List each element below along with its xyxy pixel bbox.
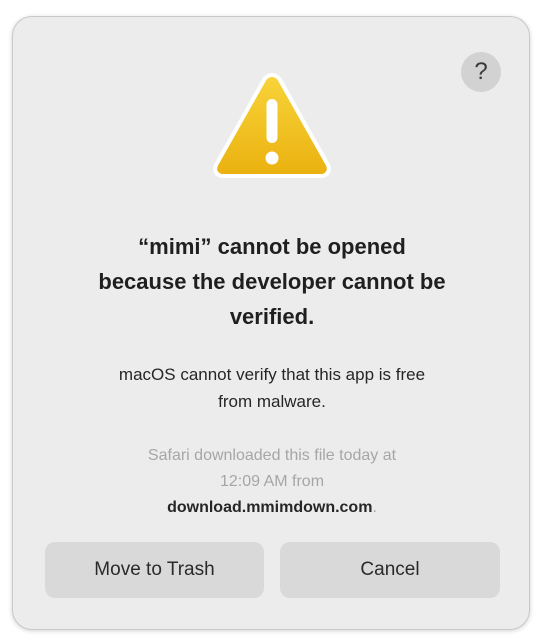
info-line: download.mmimdown.com. <box>43 495 501 521</box>
move-to-trash-button[interactable]: Move to Trash <box>45 542 264 598</box>
message-line: macOS cannot verify that this app is fre… <box>118 365 426 384</box>
dialog-title: “mimi” cannot be opened because the deve… <box>43 229 501 334</box>
help-button[interactable]: ? <box>461 52 501 92</box>
dialog-message: macOS cannot verify that this app is fre… <box>43 361 501 415</box>
message-line: from malware. <box>218 392 326 411</box>
title-line: “mimi” cannot be opened <box>138 234 406 259</box>
download-domain: download.mmimdown.com <box>167 499 373 516</box>
info-line: 12:09 AM from <box>219 473 325 490</box>
download-info: Safari downloaded this file today at 12:… <box>43 443 501 521</box>
title-line: verified. <box>229 304 315 329</box>
alert-dialog: ? “mimi” cannot be opened because the de… <box>12 16 530 630</box>
info-line: Safari downloaded this file today at <box>147 447 397 464</box>
warning-triangle-icon <box>213 73 331 178</box>
title-line: because the developer cannot be <box>98 269 446 294</box>
cancel-button[interactable]: Cancel <box>280 542 500 598</box>
info-period: . <box>372 499 377 516</box>
